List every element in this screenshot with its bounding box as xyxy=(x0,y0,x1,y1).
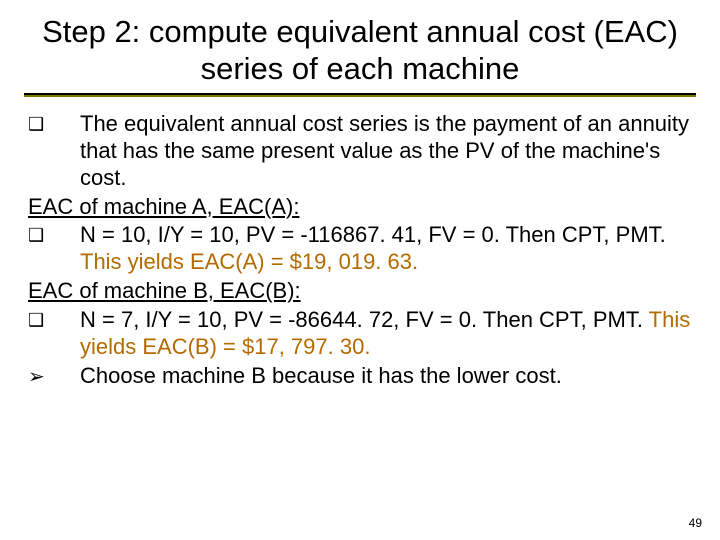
square-bullet-icon: ❑ xyxy=(24,222,80,276)
bullet-text: Choose machine B because it has the lowe… xyxy=(80,363,696,390)
bullet-2-highlight: This yields EAC(A) = $19, 019. 63. xyxy=(80,249,418,274)
square-bullet-icon: ❑ xyxy=(24,111,80,191)
bullet-3-pre: N = 7, I/Y = 10, PV = -86644. 72, FV = 0… xyxy=(80,307,649,332)
bullet-item-4: ➢ Choose machine B because it has the lo… xyxy=(24,363,696,390)
bullet-text: N = 10, I/Y = 10, PV = -116867. 41, FV =… xyxy=(80,222,696,276)
bullet-item-2: ❑ N = 10, I/Y = 10, PV = -116867. 41, FV… xyxy=(24,222,696,276)
slide-body: ❑ The equivalent annual cost series is t… xyxy=(24,111,696,389)
bullet-item-3: ❑ N = 7, I/Y = 10, PV = -86644. 72, FV =… xyxy=(24,307,696,361)
bullet-text: The equivalent annual cost series is the… xyxy=(80,111,696,191)
subhead-machine-b: EAC of machine B, EAC(B): xyxy=(28,278,696,305)
slide-title: Step 2: compute equivalent annual cost (… xyxy=(24,14,696,87)
title-underline xyxy=(24,93,696,97)
subhead-machine-a: EAC of machine A, EAC(A): xyxy=(28,194,696,221)
bullet-text: N = 7, I/Y = 10, PV = -86644. 72, FV = 0… xyxy=(80,307,696,361)
page-number: 49 xyxy=(689,516,702,530)
arrow-bullet-icon: ➢ xyxy=(24,363,80,390)
bullet-item-1: ❑ The equivalent annual cost series is t… xyxy=(24,111,696,191)
square-bullet-icon: ❑ xyxy=(24,307,80,361)
bullet-2-pre: N = 10, I/Y = 10, PV = -116867. 41, FV =… xyxy=(80,222,666,247)
slide: Step 2: compute equivalent annual cost (… xyxy=(0,0,720,540)
